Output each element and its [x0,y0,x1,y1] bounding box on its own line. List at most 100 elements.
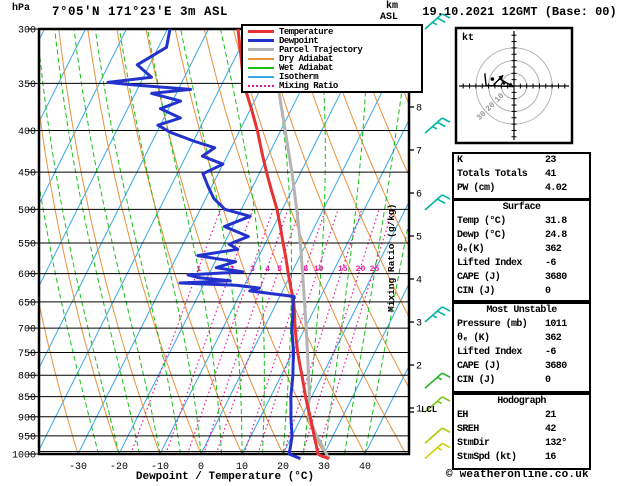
indices-panel: K 23 Totals Totals 41 PW (cm) 4.02 [452,152,591,200]
sounding-page: 300 350 400 450 500 550 6 0 0 650 700 750 800 850 900 9… [0,0,629,486]
stat-value: 132° [545,438,567,449]
svg-text:7: 7 [416,147,422,158]
svg-text:4: 4 [265,265,270,274]
stat-row-k: K 23 [454,154,589,168]
legend-item-wet-adiabat: Wet Adiabat [245,63,421,73]
legend-box: Temperature Dewpoint Parcel Trajectory D… [241,24,423,93]
svg-text:800: 800 [18,372,36,383]
svg-text:6: 6 [416,190,422,201]
svg-text:700: 700 [18,325,36,336]
stat-label: SREH [457,424,479,435]
stat-value: 362 [545,244,562,255]
stat-label: Totals Totals [457,169,528,180]
stat-label: Lifted Index [457,347,522,358]
altitude-unit-asl: ASL [379,12,398,23]
svg-text:900: 900 [18,413,36,424]
stat-label: Temp (°C) [457,216,506,227]
legend-item-parcel: Parcel Trajectory [245,45,421,55]
svg-text:950: 950 [18,432,36,443]
stat-label: CAPE (J) [457,272,501,283]
stat-value: 4.02 [545,183,567,194]
most-unstable-panel: Most Unstable Pressure (mb) 1011 θₑ (K) 36… [452,302,591,393]
svg-text:5: 5 [416,233,422,244]
surface-panel: Surface Temp (°C) 31.8 Dewp (°C) 24.8 θₑ(K… [452,199,591,302]
svg-text:8: 8 [416,104,422,115]
legend-item-temperature: Temperature [245,27,421,37]
mixing-ratio-axis-title: Mixing Ratio (g/kg) [386,203,397,312]
pressure-unit-label: hPa [12,3,31,14]
stat-value: 0 [545,375,551,386]
stat-label: K [457,155,463,166]
legend-item-mixing-ratio: Mixing Ratio [245,81,421,91]
svg-text:650: 650 [18,298,36,309]
svg-text:400: 400 [18,127,36,138]
stat-value: 23 [545,155,556,166]
svg-text:450: 450 [18,169,36,180]
stat-value: 362 [545,333,562,344]
hodograph: 102030kt [454,26,574,145]
most-unstable-panel-title: Most Unstable [486,305,557,316]
stat-value: 41 [545,169,556,180]
svg-text:2: 2 [416,362,422,373]
sounding-traces [106,29,331,461]
wind-barb [424,427,451,444]
stat-label: CAPE (J) [457,361,501,372]
svg-text:4: 4 [416,276,422,287]
legend-item-dry-adiabat: Dry Adiabat [245,54,421,64]
stat-label: EH [457,410,468,421]
stat-value: 3680 [545,361,567,372]
stat-value: 24.8 [545,230,567,241]
wind-barb [424,117,451,134]
stat-value: 0 [545,286,551,297]
stat-label: θₑ (K) [457,333,490,344]
svg-text:5: 5 [277,265,282,274]
svg-text:750: 750 [18,349,36,360]
wind-barb [424,194,451,211]
stat-value: -6 [545,258,556,269]
station-title: 7°05'N 171°23'E 3m ASL [52,5,229,19]
wet-adiabat-line-swatch [248,66,274,69]
svg-text:500: 500 [18,206,36,217]
svg-text:850: 850 [18,393,36,404]
stat-label: CIN (J) [457,375,495,386]
svg-text:8: 8 [303,265,308,274]
svg-text:550: 550 [18,239,36,250]
parcel-trajectory-line [276,29,331,460]
stat-label: Lifted Index [457,258,522,269]
svg-text:1: 1 [196,265,201,274]
stat-label: Pressure (mb) [457,319,528,330]
wind-barb [424,442,451,460]
parcel-line-swatch [248,48,274,51]
stat-value: 42 [545,424,556,435]
dewpoint-line-swatch [248,39,274,42]
stat-label: θₑ(K) [457,244,485,255]
wind-barb-column [424,13,451,460]
copyright-footer: © weatheronline.co.uk [446,469,589,481]
lcl-marker-label: LCL [421,405,438,415]
svg-text:25: 25 [370,265,380,274]
stat-label: CIN (J) [457,286,495,297]
svg-text:350: 350 [18,80,36,91]
mixing-ratio-line-swatch [248,84,274,87]
temperature-line-swatch [248,30,274,33]
svg-text:300: 300 [18,26,36,37]
datetime-title: 19.10.2021 12GMT (Base: 00) [422,5,617,19]
stat-row-totals: Totals Totals 41 [454,168,589,182]
stat-label: Dewp (°C) [457,230,506,241]
isotherm-line-swatch [248,75,274,78]
svg-text:3: 3 [250,265,255,274]
hodograph-panel-title: Hodograph [497,396,546,407]
svg-text:3: 3 [416,319,422,330]
altitude-unit-label: km ASL [366,1,398,23]
svg-text:15: 15 [338,265,348,274]
dry-adiabat-line-swatch [248,57,274,60]
altitude-unit-km: km [385,1,398,12]
stat-value: -6 [545,347,556,358]
stat-value: 1011 [545,319,567,330]
hodograph-stats-panel: Hodograph EH 21 SREH 42 StmDir 132° StmSpd … [452,393,591,470]
stat-label: StmDir [457,438,490,449]
stat-value: 3680 [545,272,567,283]
stat-value: 21 [545,410,556,421]
svg-text:10: 10 [314,265,324,274]
wind-barb [424,372,451,389]
